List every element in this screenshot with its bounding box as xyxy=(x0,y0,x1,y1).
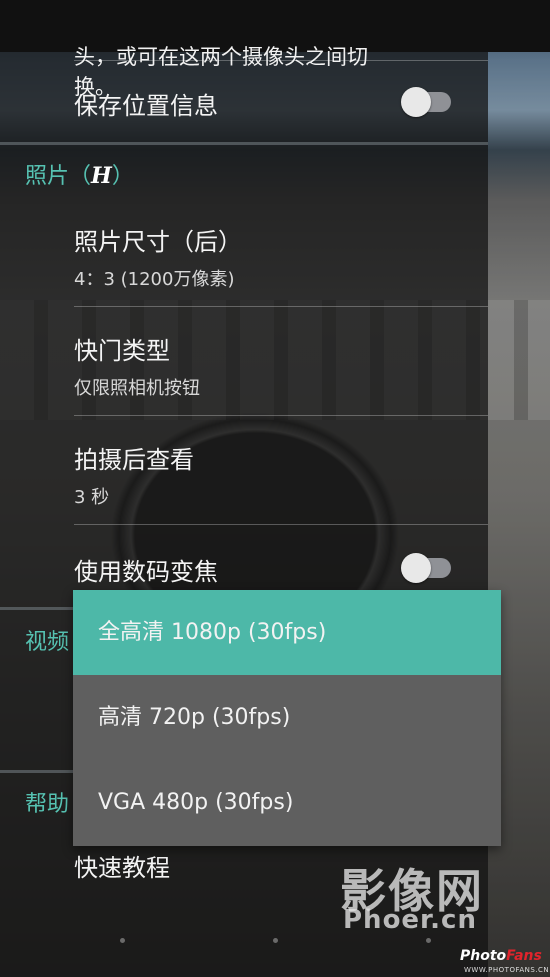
setting-review[interactable]: 拍摄后查看 3 秒 xyxy=(74,440,488,509)
brand-logo: PhotoFans xyxy=(460,948,542,964)
brand-url: WWW.PHOTOFANS.CN xyxy=(464,966,550,974)
setting-photo-size[interactable]: 照片尺寸（后） 4：3 (1200万像素) xyxy=(74,222,488,291)
nav-dot xyxy=(426,938,431,943)
divider xyxy=(74,60,488,61)
toggle-knob xyxy=(401,553,431,583)
setting-title: 快门类型 xyxy=(74,337,170,365)
setting-title: 拍摄后查看 xyxy=(74,446,194,474)
dropdown-option-1080p[interactable]: 全高清 1080p (30fps) xyxy=(73,590,501,675)
toggle-knob xyxy=(401,87,431,117)
setting-value: 3 秒 xyxy=(74,487,110,508)
video-quality-dropdown: 全高清 1080p (30fps) 高清 720p (30fps) VGA 48… xyxy=(73,590,501,846)
section-header-help: 帮助 xyxy=(25,792,70,817)
divider xyxy=(74,306,488,307)
section-header-photo: 照片（H） xyxy=(25,163,134,189)
setting-value: 仅限照相机按钮 xyxy=(74,378,200,399)
dropdown-option-720p[interactable]: 高清 720p (30fps) xyxy=(73,675,501,760)
save-location-toggle[interactable] xyxy=(401,87,451,117)
section-header-video: 视频 xyxy=(25,630,70,655)
digital-zoom-toggle[interactable] xyxy=(401,553,451,583)
setting-shutter-type[interactable]: 快门类型 仅限照相机按钮 xyxy=(74,331,488,400)
dropdown-option-480p[interactable]: VGA 480p (30fps) xyxy=(73,760,501,845)
setting-value: 4：3 (1200万像素) xyxy=(74,269,235,290)
watermark-url: Phoer.cn xyxy=(343,905,477,935)
hasselblad-logo-icon: H xyxy=(91,163,112,189)
divider xyxy=(74,415,488,416)
nav-dot xyxy=(120,938,125,943)
nav-dot xyxy=(273,938,278,943)
setting-title: 照片尺寸（后） xyxy=(74,228,242,256)
divider xyxy=(74,524,488,525)
section-divider xyxy=(0,142,488,145)
